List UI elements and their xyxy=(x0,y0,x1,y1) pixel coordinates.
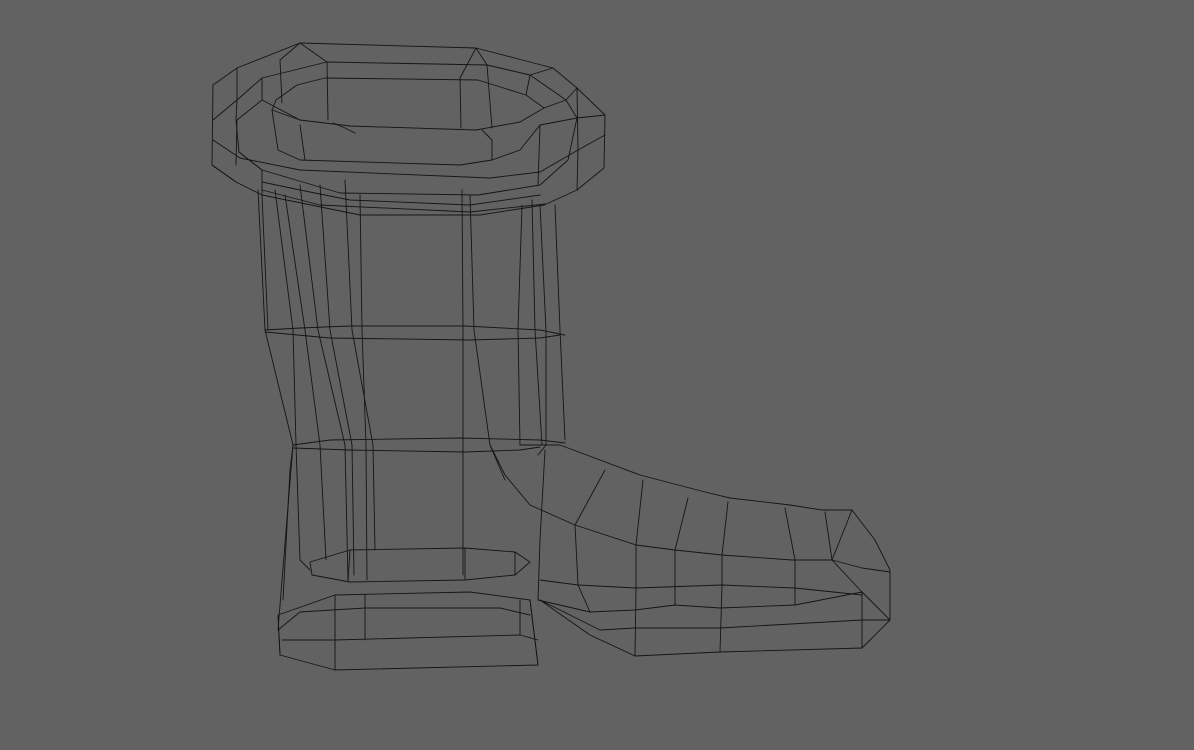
foot-instep-ring xyxy=(489,444,891,573)
heel-bottom-outline xyxy=(277,591,539,671)
cuff-lower-ring xyxy=(212,134,606,179)
inner-sole-edges xyxy=(347,547,516,583)
heel-edges xyxy=(277,444,539,671)
boot-shaft-wireframe xyxy=(257,179,566,631)
boot-heel-wireframe xyxy=(277,444,539,671)
cuff-outer-top-rim xyxy=(211,42,606,216)
3d-viewport[interactable] xyxy=(0,0,1194,750)
boot-foot-wireframe xyxy=(489,444,891,657)
cuff-inner-top-rim xyxy=(271,77,545,131)
foot-sole-band xyxy=(539,599,891,631)
inner-sole-outline xyxy=(309,547,531,583)
shaft-verticals xyxy=(257,179,566,631)
foot-lower-ring xyxy=(537,579,891,621)
shaft-ring-upper xyxy=(264,325,566,341)
foot-top-outline xyxy=(519,444,891,657)
viewport-canvas[interactable] xyxy=(0,0,1194,750)
cuff-inner-lip xyxy=(271,109,541,166)
boot-cuff-wireframe xyxy=(211,42,606,216)
heel-top-ring xyxy=(277,607,539,641)
boot-inner-sole-wireframe xyxy=(309,547,531,583)
cuff-mid-ring xyxy=(235,61,578,196)
cuff-lower-band xyxy=(261,181,546,213)
